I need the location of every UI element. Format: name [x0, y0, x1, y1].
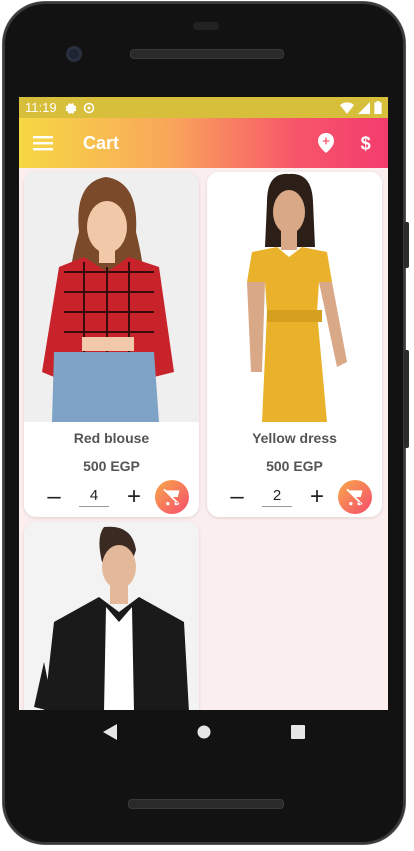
quantity-value[interactable]: 4 — [79, 487, 109, 507]
product-price: 500 EGP — [266, 458, 323, 474]
volume-button — [404, 222, 409, 268]
settings-status-icon — [65, 102, 77, 114]
product-image — [207, 172, 382, 422]
dollar-icon[interactable]: $ — [360, 133, 374, 153]
quantity-stepper: – 4 + — [24, 478, 199, 516]
quantity-value[interactable]: 2 — [262, 487, 292, 507]
location-pin-icon[interactable] — [318, 133, 334, 153]
quantity-stepper: – 2 + — [207, 478, 382, 516]
product-name: Yellow dress — [252, 430, 337, 446]
product-card[interactable] — [24, 522, 199, 710]
phone-sensor — [193, 22, 219, 30]
app-bar: Cart $ — [19, 118, 388, 168]
signal-icon — [358, 101, 370, 114]
increase-quantity-button[interactable]: + — [307, 485, 327, 509]
wifi-icon — [340, 101, 354, 114]
decrease-quantity-button[interactable]: – — [44, 485, 64, 509]
sync-status-icon — [83, 102, 94, 113]
bottom-speaker — [128, 799, 284, 809]
remove-from-cart-button[interactable] — [338, 480, 372, 514]
front-camera — [66, 46, 82, 62]
power-button — [404, 350, 409, 448]
app-screen: 11:19 Cart $ Red blouse 500 EGP – 4 + Ye… — [19, 97, 388, 710]
menu-icon[interactable] — [33, 135, 53, 151]
back-icon[interactable] — [102, 724, 117, 740]
product-card[interactable]: Red blouse 500 EGP – 4 + — [24, 172, 199, 517]
page-title: Cart — [83, 132, 120, 153]
battery-icon — [374, 101, 382, 114]
recents-icon[interactable] — [290, 725, 305, 739]
earpiece-speaker — [130, 49, 284, 59]
status-time: 11:19 — [25, 100, 57, 115]
product-image — [24, 172, 199, 422]
product-price: 500 EGP — [83, 458, 140, 474]
status-bar: 11:19 — [19, 97, 388, 118]
remove-from-cart-icon — [346, 488, 363, 506]
svg-text:$: $ — [361, 133, 371, 153]
home-icon[interactable] — [197, 725, 211, 739]
product-image — [24, 522, 199, 710]
increase-quantity-button[interactable]: + — [124, 485, 144, 509]
system-nav-bar — [19, 710, 388, 754]
product-card[interactable]: Yellow dress 500 EGP – 2 + — [207, 172, 382, 517]
decrease-quantity-button[interactable]: – — [227, 485, 247, 509]
remove-from-cart-button[interactable] — [155, 480, 189, 514]
product-name: Red blouse — [73, 430, 150, 446]
remove-from-cart-icon — [163, 488, 180, 506]
